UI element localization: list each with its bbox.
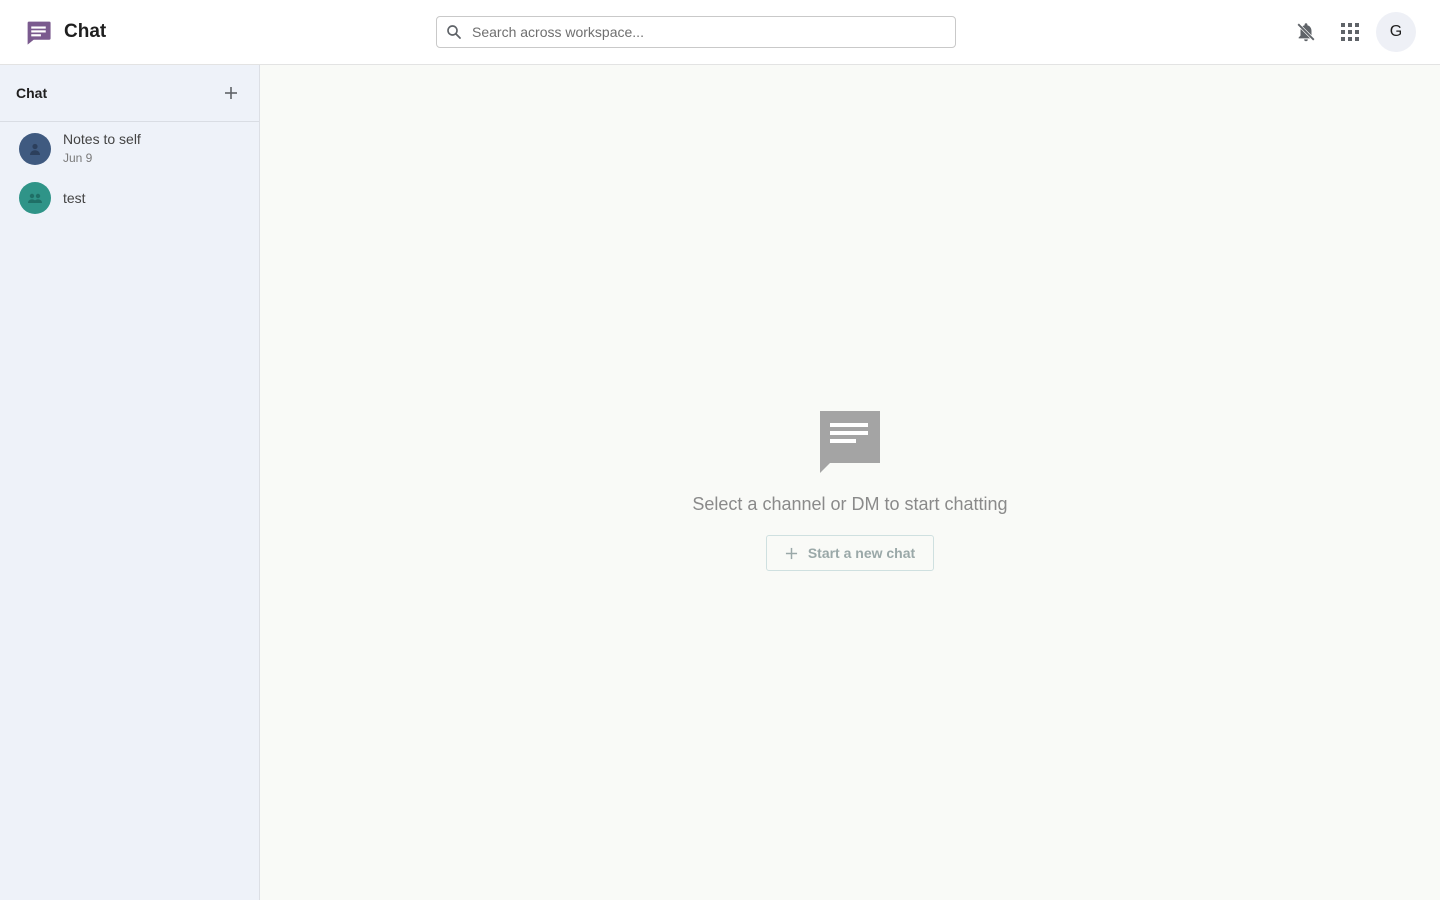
- user-avatar[interactable]: G: [1376, 12, 1416, 52]
- brand[interactable]: Chat: [24, 16, 106, 48]
- top-bar: Chat G: [0, 0, 1440, 65]
- chat-name: Notes to self: [63, 131, 141, 147]
- person-icon: [30, 143, 40, 155]
- chat-logo-icon: [27, 21, 51, 45]
- apps-button[interactable]: [1331, 13, 1369, 51]
- search-box[interactable]: [436, 16, 956, 48]
- chat-list-item[interactable]: Notes to self Jun 9: [0, 125, 259, 173]
- avatar: [19, 182, 51, 214]
- sidebar-title: Chat: [16, 85, 48, 101]
- notifications-off-icon: [1296, 22, 1316, 42]
- sidebar: Chat Notes to self Jun 9 test: [0, 65, 260, 900]
- sidebar-header: Chat: [0, 65, 259, 122]
- search-input[interactable]: [472, 24, 952, 40]
- avatar: [19, 133, 51, 165]
- add-chat-button[interactable]: [219, 81, 243, 105]
- chat-name: test: [63, 190, 86, 206]
- chat-bubble-icon: [820, 411, 880, 473]
- apps-grid-icon: [1341, 23, 1359, 41]
- notifications-button[interactable]: [1287, 13, 1325, 51]
- chat-list-item[interactable]: test: [0, 178, 259, 218]
- empty-state-message: Select a channel or DM to start chatting: [692, 494, 1008, 514]
- app-title: Chat: [64, 21, 107, 42]
- search-icon: [447, 25, 461, 39]
- chat-date: Jun 9: [63, 151, 93, 165]
- group-icon: [28, 193, 42, 203]
- plus-icon: [785, 547, 798, 560]
- start-new-chat-label: Start a new chat: [807, 545, 916, 561]
- plus-icon: [225, 87, 237, 99]
- main-panel: Select a channel or DM to start chatting…: [260, 65, 1440, 900]
- start-new-chat-button[interactable]: Start a new chat: [766, 535, 934, 571]
